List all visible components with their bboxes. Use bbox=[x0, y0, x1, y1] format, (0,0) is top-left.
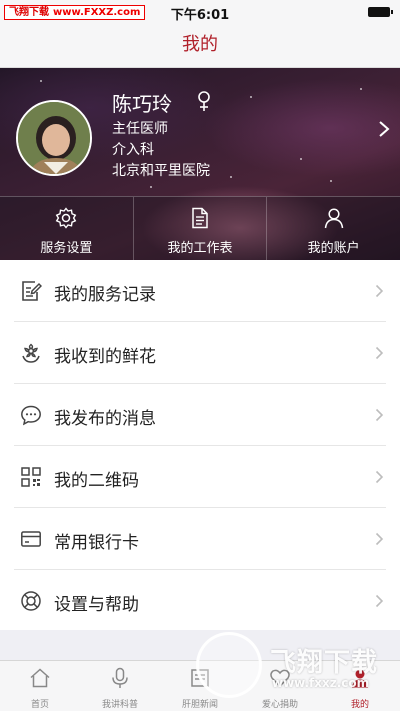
doctor-name: 陈巧玲 bbox=[112, 92, 172, 116]
menu-item-label: 我发布的消息 bbox=[54, 409, 156, 429]
quick-actions: 服务设置 我的工作表 我的账户 bbox=[0, 196, 400, 260]
chat-bubble-icon bbox=[21, 405, 41, 426]
nav-bar: 我的 bbox=[0, 24, 400, 68]
star-decoration bbox=[40, 80, 42, 82]
user-icon bbox=[324, 208, 343, 229]
chevron-right-icon bbox=[375, 532, 384, 546]
doctor-department: 介入科 bbox=[112, 142, 154, 158]
menu-item-bank-cards[interactable]: 常用银行卡 bbox=[0, 508, 400, 570]
menu-item-label: 我的二维码 bbox=[54, 471, 139, 491]
star-decoration bbox=[330, 180, 332, 182]
star-decoration bbox=[230, 176, 232, 178]
menu-item-label: 我收到的鲜花 bbox=[54, 347, 156, 367]
lifebuoy-icon bbox=[21, 591, 41, 611]
watermark-overlay: 飞翔下载 www.fxxz.com bbox=[190, 628, 390, 708]
avatar[interactable] bbox=[16, 100, 92, 176]
home-icon bbox=[30, 668, 50, 688]
bank-card-icon bbox=[21, 531, 41, 547]
avatar-photo bbox=[18, 102, 90, 174]
worksheet-button[interactable]: 我的工作表 bbox=[134, 197, 268, 260]
menu-item-label: 设置与帮助 bbox=[54, 595, 139, 615]
menu-item-flowers[interactable]: 我收到的鲜花 bbox=[0, 322, 400, 384]
menu-item-messages[interactable]: 我发布的消息 bbox=[0, 384, 400, 446]
star-decoration bbox=[300, 158, 302, 160]
chevron-right-icon bbox=[375, 284, 384, 298]
female-gender-icon bbox=[198, 91, 210, 111]
menu-item-label: 我的服务记录 bbox=[54, 285, 156, 305]
star-decoration bbox=[250, 96, 252, 98]
tab-home[interactable]: 首页 bbox=[0, 661, 80, 711]
watermark-logo bbox=[196, 632, 262, 698]
menu-item-qr-code[interactable]: 我的二维码 bbox=[0, 446, 400, 508]
page-title: 我的 bbox=[182, 34, 218, 55]
star-decoration bbox=[360, 88, 362, 90]
chevron-right-icon bbox=[375, 594, 384, 608]
service-settings-button[interactable]: 服务设置 bbox=[0, 197, 134, 260]
battery-icon bbox=[368, 7, 393, 17]
status-bar: 飞翔下载 www.FXXZ.com 下午6:01 bbox=[0, 0, 400, 24]
tab-science-talk[interactable]: 我讲科普 bbox=[80, 661, 160, 711]
gear-icon bbox=[56, 207, 77, 229]
tab-label: 我讲科普 bbox=[101, 700, 138, 710]
menu-item-service-records[interactable]: 我的服务记录 bbox=[0, 260, 400, 322]
doctor-hospital: 北京和平里医院 bbox=[112, 163, 210, 179]
star-decoration bbox=[150, 186, 152, 188]
flower-icon bbox=[22, 343, 40, 363]
profile-banner[interactable]: 陈巧玲 主任医师 介入科 北京和平里医院 服务设置 我的工作表 我的账户 bbox=[0, 68, 400, 260]
microphone-icon bbox=[112, 667, 128, 688]
quick-action-label: 服务设置 bbox=[40, 241, 93, 256]
tab-label: 首页 bbox=[30, 700, 49, 710]
chevron-right-icon bbox=[375, 346, 384, 360]
doctor-title: 主任医师 bbox=[112, 121, 168, 137]
menu-list: 我的服务记录 我收到的鲜花 我发布的消息 我的二维码 常用银行卡 设置与帮助 bbox=[0, 260, 400, 630]
chevron-right-icon bbox=[375, 470, 384, 484]
qr-code-icon bbox=[21, 467, 41, 487]
menu-item-label: 常用银行卡 bbox=[54, 533, 139, 553]
watermark-text: 飞翔下载 bbox=[270, 648, 379, 678]
my-account-button[interactable]: 我的账户 bbox=[267, 197, 400, 260]
menu-item-settings-help[interactable]: 设置与帮助 bbox=[0, 570, 400, 632]
watermark-url: www.fxxz.com bbox=[272, 676, 370, 690]
document-icon bbox=[192, 207, 208, 229]
status-time: 下午6:01 bbox=[170, 8, 230, 23]
chevron-right-icon bbox=[375, 408, 384, 422]
quick-action-label: 我的工作表 bbox=[167, 241, 233, 256]
quick-action-label: 我的账户 bbox=[307, 241, 360, 256]
edit-note-icon bbox=[22, 281, 42, 301]
chevron-right-icon[interactable] bbox=[378, 120, 390, 138]
